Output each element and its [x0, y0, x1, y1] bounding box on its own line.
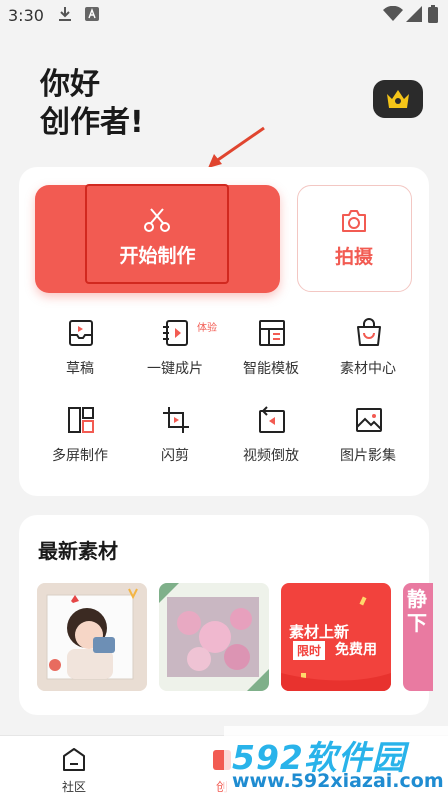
download-icon — [58, 6, 72, 26]
shopping-bag-icon — [357, 318, 381, 346]
vip-button[interactable] — [373, 80, 423, 118]
material-thumb-3[interactable]: 素材上新 限时 免费用 — [281, 583, 391, 691]
template-icon — [259, 320, 285, 346]
status-time: 3:30 — [8, 6, 44, 25]
tool-reverse[interactable]: 视频倒放 — [221, 405, 321, 475]
start-creating-label: 开始制作 — [119, 245, 196, 267]
confetti-decor — [281, 596, 391, 691]
status-bar: 3:30 — [0, 0, 448, 30]
shoot-button[interactable]: 拍摄 — [297, 185, 412, 292]
inbox-icon — [69, 320, 93, 346]
greeting-line1: 你好 — [40, 67, 100, 102]
video-file-icon — [163, 320, 188, 346]
signal-icon — [406, 6, 422, 26]
material-thumb-2[interactable] — [159, 583, 269, 691]
reverse-play-icon — [259, 406, 285, 433]
community-icon — [63, 748, 85, 771]
a-notification-icon — [85, 6, 99, 25]
crop-icon — [163, 407, 189, 433]
greeting-line2: 创作者! — [40, 105, 144, 140]
tool-templates[interactable]: 智能模板 — [221, 318, 321, 388]
nav-community[interactable]: 社区 — [44, 746, 104, 795]
battery-icon — [428, 5, 438, 27]
tool-drafts-label: 草稿 — [66, 361, 94, 377]
materials-title: 最新素材 — [38, 539, 118, 563]
flowers-photo — [159, 583, 269, 691]
image-icon — [356, 408, 382, 432]
partial-text: 静下 — [407, 587, 427, 635]
wifi-icon — [383, 5, 403, 26]
shoot-label: 拍摄 — [334, 246, 373, 268]
tool-multi-screen-label: 多屏制作 — [52, 448, 108, 464]
portrait-photo — [37, 583, 147, 691]
tool-flash-cut[interactable]: 闪剪 — [125, 405, 225, 475]
tool-flash-cut-label: 闪剪 — [161, 448, 189, 464]
camera-icon — [340, 208, 368, 238]
nav-community-label: 社区 — [61, 780, 86, 794]
multi-screen-icon — [68, 407, 94, 433]
tool-album-label: 图片影集 — [340, 448, 396, 464]
greeting: 你好 创作者! — [40, 66, 144, 142]
watermark-url: www.592xiazai.com — [232, 770, 444, 792]
start-creating-button[interactable]: 开始制作 — [35, 184, 280, 293]
tool-materials-label: 素材中心 — [340, 361, 396, 377]
tool-templates-label: 智能模板 — [243, 361, 299, 377]
tool-reverse-label: 视频倒放 — [243, 448, 299, 464]
tool-drafts[interactable]: 草稿 — [30, 318, 130, 388]
tool-album[interactable]: 图片影集 — [318, 405, 418, 475]
crown-icon — [387, 90, 409, 108]
scissors-icon — [143, 207, 171, 237]
material-thumb-4[interactable]: 静下 — [403, 583, 433, 691]
tool-multi-screen[interactable]: 多屏制作 — [30, 405, 130, 475]
tool-materials[interactable]: 素材中心 — [318, 318, 418, 388]
tool-one-click-label: 一键成片 — [147, 361, 203, 377]
material-thumb-1[interactable] — [37, 583, 147, 691]
trial-badge: 体验 — [197, 323, 217, 334]
